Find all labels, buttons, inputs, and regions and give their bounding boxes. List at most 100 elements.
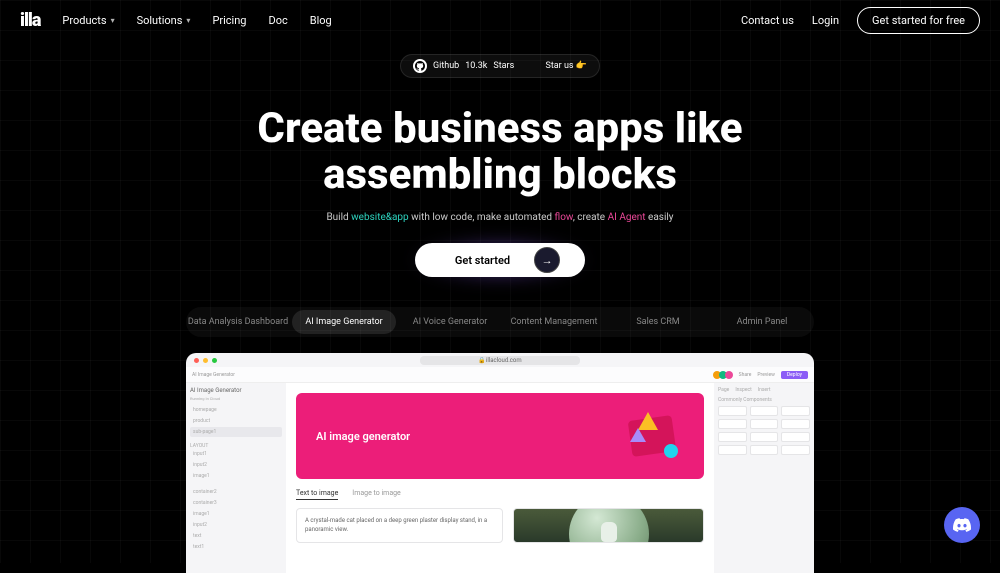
outline-item[interactable]: container2 xyxy=(190,487,282,497)
nav-blog[interactable]: Blog xyxy=(310,14,332,27)
deploy-button[interactable]: Deploy xyxy=(781,371,808,379)
share-button[interactable]: Share xyxy=(739,372,752,378)
cat-shape xyxy=(601,522,617,542)
canvas: AI image generator Text to image Image t… xyxy=(286,383,714,573)
page-item-product[interactable]: product xyxy=(190,416,282,426)
tab-sales-crm[interactable]: Sales CRM xyxy=(606,310,710,334)
component-slot[interactable] xyxy=(750,406,779,416)
sub-highlight-flow: flow xyxy=(555,212,573,223)
component-row xyxy=(718,432,810,442)
contact-link[interactable]: Contact us xyxy=(741,14,794,27)
component-slot[interactable] xyxy=(718,432,747,442)
component-slot[interactable] xyxy=(781,432,810,442)
hero-line1: Create business apps like xyxy=(257,104,742,153)
prompt-row: A crystal-made cat placed on a deep gree… xyxy=(296,508,704,543)
component-row xyxy=(718,445,810,455)
sub-highlight-webapp: website&app xyxy=(351,212,409,223)
url-text: illacloud.com xyxy=(486,357,522,364)
right-panel: Page Inspect Insert Commonly Components xyxy=(714,383,814,573)
component-slot[interactable] xyxy=(718,419,747,429)
decorative-shapes xyxy=(614,406,684,466)
left-panel-subtitle: Running In Cloud xyxy=(190,396,282,401)
tab-content-management[interactable]: Content Management xyxy=(502,310,606,334)
nav-solutions[interactable]: Solutions ▾ xyxy=(137,14,191,27)
toolbar-title: AI Image Generator xyxy=(192,372,235,378)
github-label: Github xyxy=(433,61,459,71)
traffic-light-zoom xyxy=(212,358,217,363)
prompt-input[interactable]: A crystal-made cat placed on a deep gree… xyxy=(296,508,503,543)
component-slot[interactable] xyxy=(750,419,779,429)
tab-ai-voice-generator[interactable]: AI Voice Generator xyxy=(398,310,502,334)
github-pill[interactable]: Github 10.3k Stars Star us 👉 xyxy=(400,54,600,78)
outline-item[interactable]: input2 xyxy=(190,520,282,530)
cta-wrapper: Get started → xyxy=(415,243,585,277)
sub-highlight-agent: AI Agent xyxy=(608,212,646,223)
left-panel-title: AI Image Generator xyxy=(190,387,282,394)
app-area: AI Image Generator Running In Cloud home… xyxy=(186,383,814,573)
github-icon xyxy=(413,59,427,73)
shape-circle-icon xyxy=(664,444,678,458)
sub-mid1: with low code, make automated xyxy=(409,212,555,223)
component-slot[interactable] xyxy=(781,445,810,455)
github-stats: Github 10.3k Stars xyxy=(413,59,514,73)
discord-icon xyxy=(953,516,971,534)
layout-item[interactable]: input2 xyxy=(190,460,282,470)
hero: Create business apps like assembling blo… xyxy=(0,106,1000,277)
page-item-subpage[interactable]: sub-page1 xyxy=(190,427,282,437)
outline-item[interactable]: container3 xyxy=(190,498,282,508)
outline-item[interactable]: text1 xyxy=(190,542,282,552)
get-started-free-button[interactable]: Get started for free xyxy=(857,7,980,34)
lock-icon: 🔒 xyxy=(478,357,485,364)
sub-mid2: , create xyxy=(573,212,608,223)
component-slot[interactable] xyxy=(750,445,779,455)
logo[interactable]: illa xyxy=(20,10,40,31)
login-link[interactable]: Login xyxy=(812,14,839,27)
component-row xyxy=(718,406,810,416)
toolbar-right: Share Preview Deploy xyxy=(715,371,808,379)
rp-tab-page[interactable]: Page xyxy=(718,387,729,393)
nav-solutions-label: Solutions xyxy=(137,14,183,27)
component-slot[interactable] xyxy=(781,419,810,429)
rp-tab-insert[interactable]: Insert xyxy=(758,387,771,393)
nav-products[interactable]: Products ▾ xyxy=(62,14,114,27)
tab-admin-panel[interactable]: Admin Panel xyxy=(710,310,814,334)
result-image xyxy=(513,508,704,543)
github-stars: 10.3k xyxy=(465,61,487,71)
preview-window: 🔒 illacloud.com AI Image Generator Share… xyxy=(186,353,814,573)
browser-chrome: 🔒 illacloud.com xyxy=(186,353,814,367)
tab-ai-image-generator[interactable]: AI Image Generator xyxy=(292,310,396,334)
rp-tab-inspect[interactable]: Inspect xyxy=(735,387,751,393)
url-bar: 🔒 illacloud.com xyxy=(420,356,580,365)
layout-item[interactable]: input1 xyxy=(190,449,282,459)
outline-item[interactable]: text xyxy=(190,531,282,541)
discord-fab[interactable] xyxy=(944,507,980,543)
traffic-light-close xyxy=(194,358,199,363)
star-us-label: Star us 👉 xyxy=(545,61,587,71)
hero-line2: assembling blocks xyxy=(323,150,677,199)
app-toolbar: AI Image Generator Share Preview Deploy xyxy=(186,367,814,383)
tab-image-to-image[interactable]: Image to image xyxy=(352,489,400,500)
component-slot[interactable] xyxy=(750,432,779,442)
tab-text-to-image[interactable]: Text to image xyxy=(296,489,338,500)
left-panel: AI Image Generator Running In Cloud home… xyxy=(186,383,286,573)
get-started-button[interactable]: Get started → xyxy=(415,243,585,277)
component-slot[interactable] xyxy=(718,406,747,416)
right-panel-tabs: Page Inspect Insert xyxy=(718,387,810,393)
preview-button[interactable]: Preview xyxy=(757,372,774,378)
traffic-light-minimize xyxy=(203,358,208,363)
nav-pricing[interactable]: Pricing xyxy=(212,14,246,27)
nav-doc[interactable]: Doc xyxy=(268,14,287,27)
cta-label: Get started xyxy=(455,254,510,267)
tab-data-analysis[interactable]: Data Analysis Dashboard xyxy=(186,310,290,334)
component-slot[interactable] xyxy=(718,445,747,455)
nav-right: Contact us Login Get started for free xyxy=(741,7,980,34)
avatar-stack xyxy=(715,371,733,379)
demo-tabs: Data Analysis Dashboard AI Image Generat… xyxy=(186,307,814,337)
layout-item[interactable]: image1 xyxy=(190,471,282,481)
page-item-homepage[interactable]: homepage xyxy=(190,405,282,415)
chevron-down-icon: ▾ xyxy=(186,16,190,25)
component-row xyxy=(718,419,810,429)
component-slot[interactable] xyxy=(781,406,810,416)
top-nav: illa Products ▾ Solutions ▾ Pricing Doc … xyxy=(0,0,1000,40)
outline-item[interactable]: image1 xyxy=(190,509,282,519)
